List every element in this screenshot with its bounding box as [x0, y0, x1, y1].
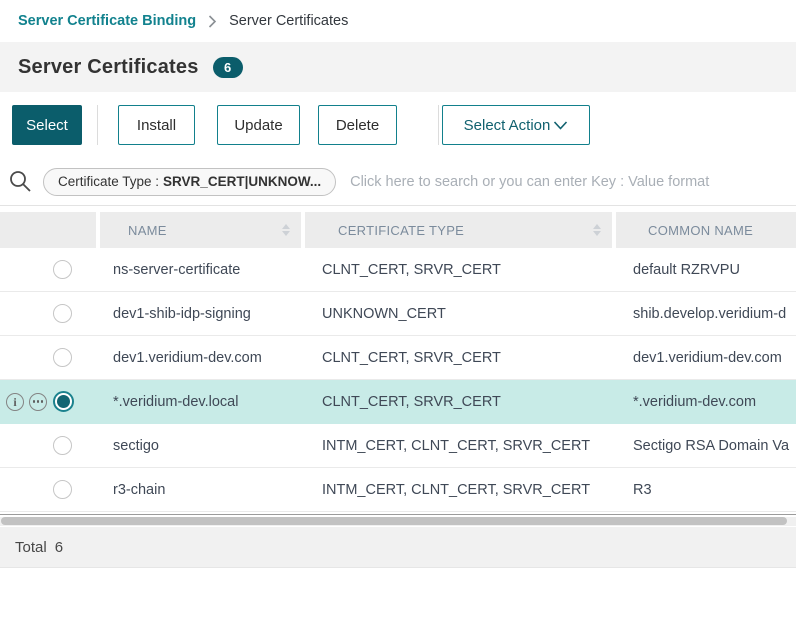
cell-certificate-type: CLNT_CERT, SRVR_CERT	[305, 262, 616, 278]
server-certificates-page: Server Certificate Binding Server Certif…	[0, 0, 796, 621]
toolbar-divider	[438, 105, 439, 145]
scrollbar-thumb[interactable]	[1, 517, 787, 525]
table-bottom-border	[0, 514, 796, 515]
table-row[interactable]: dev1.veridium-dev.com CLNT_CERT, SRVR_CE…	[0, 336, 796, 380]
update-button[interactable]: Update	[217, 105, 300, 145]
info-glyph: i	[13, 396, 16, 408]
radio-button[interactable]	[53, 436, 72, 455]
table-row-selected[interactable]: i *.veridium-dev.local CLNT_CERT, SRVR_C…	[0, 380, 796, 424]
more-actions-icon[interactable]	[29, 393, 47, 411]
breadcrumb: Server Certificate Binding Server Certif…	[0, 0, 796, 42]
page-header: Server Certificates 6	[0, 42, 796, 92]
header-label-certificate-type: CERTIFICATE TYPE	[338, 223, 464, 238]
radio-button-selected[interactable]	[53, 391, 74, 412]
row-selection-cell	[0, 336, 96, 379]
header-label-name: NAME	[128, 223, 167, 238]
header-label-common-name: COMMON NAME	[648, 223, 753, 238]
row-selection-cell	[0, 292, 96, 335]
page-title: Server Certificates	[18, 56, 199, 79]
cell-name: ns-server-certificate	[96, 262, 305, 278]
cell-common-name: dev1.veridium-dev.com	[616, 350, 796, 366]
sort-icon[interactable]	[282, 224, 290, 236]
breadcrumb-current: Server Certificates	[229, 13, 348, 29]
certificates-table: ns-server-certificate CLNT_CERT, SRVR_CE…	[0, 248, 796, 512]
toolbar-divider	[97, 105, 98, 145]
table-header: NAME CERTIFICATE TYPE COMMON NAME	[0, 212, 796, 248]
info-icon[interactable]: i	[6, 393, 24, 411]
radio-button[interactable]	[53, 348, 72, 367]
cell-common-name: Sectigo RSA Domain Va	[616, 438, 796, 454]
header-cell-selection	[0, 212, 96, 248]
cell-certificate-type: INTM_CERT, CLNT_CERT, SRVR_CERT	[305, 482, 616, 498]
header-cell-certificate-type[interactable]: CERTIFICATE TYPE	[305, 212, 612, 248]
horizontal-scrollbar[interactable]	[0, 517, 796, 526]
search-icon	[8, 169, 33, 194]
cell-common-name: R3	[616, 482, 796, 498]
filter-chip-key: Certificate Type :	[58, 174, 159, 189]
breadcrumb-chevron-icon	[208, 15, 217, 28]
ellipsis-glyph	[33, 400, 44, 403]
cell-certificate-type: CLNT_CERT, SRVR_CERT	[305, 394, 616, 410]
sort-icon[interactable]	[593, 224, 601, 236]
select-action-label: Select Action	[464, 117, 551, 134]
cell-common-name: *.veridium-dev.com	[616, 394, 796, 410]
radio-dot	[57, 395, 70, 408]
cell-name: dev1.veridium-dev.com	[96, 350, 305, 366]
chevron-down-icon	[553, 121, 568, 130]
table-row[interactable]: sectigo INTM_CERT, CLNT_CERT, SRVR_CERT …	[0, 424, 796, 468]
install-button[interactable]: Install	[118, 105, 195, 145]
radio-button[interactable]	[53, 480, 72, 499]
row-selection-cell: i	[0, 380, 96, 423]
filter-chip-certificate-type[interactable]: Certificate Type : SRVR_CERT|UNKNOW...	[43, 168, 336, 196]
delete-button[interactable]: Delete	[318, 105, 397, 145]
cell-certificate-type: CLNT_CERT, SRVR_CERT	[305, 350, 616, 366]
header-cell-common-name[interactable]: COMMON NAME	[616, 212, 796, 248]
header-cell-name[interactable]: NAME	[100, 212, 301, 248]
breadcrumb-link-server-certificate-binding[interactable]: Server Certificate Binding	[18, 13, 196, 29]
search-input[interactable]	[350, 174, 796, 190]
table-row[interactable]: r3-chain INTM_CERT, CLNT_CERT, SRVR_CERT…	[0, 468, 796, 512]
total-label: Total	[15, 539, 47, 556]
cell-certificate-type: INTM_CERT, CLNT_CERT, SRVR_CERT	[305, 438, 616, 454]
cell-certificate-type: UNKNOWN_CERT	[305, 306, 616, 322]
cell-common-name: shib.develop.veridium-d	[616, 306, 796, 322]
cell-name: dev1-shib-idp-signing	[96, 306, 305, 322]
row-selection-cell	[0, 424, 96, 467]
cell-name: *.veridium-dev.local	[96, 394, 305, 410]
select-button[interactable]: Select	[12, 105, 82, 145]
filter-chip-value: SRVR_CERT|UNKNOW...	[163, 174, 321, 189]
toolbar: Select Install Update Delete Select Acti…	[0, 92, 796, 158]
radio-button[interactable]	[53, 304, 72, 323]
row-selection-cell	[0, 468, 96, 511]
total-value: 6	[55, 539, 63, 556]
cell-common-name: default RZRVPU	[616, 262, 796, 278]
table-row[interactable]: ns-server-certificate CLNT_CERT, SRVR_CE…	[0, 248, 796, 292]
select-action-dropdown[interactable]: Select Action	[442, 105, 590, 145]
radio-button[interactable]	[53, 260, 72, 279]
table-row[interactable]: dev1-shib-idp-signing UNKNOWN_CERT shib.…	[0, 292, 796, 336]
count-badge: 6	[213, 57, 243, 78]
table-footer: Total 6	[0, 527, 796, 568]
cell-name: sectigo	[96, 438, 305, 454]
row-selection-cell	[0, 248, 96, 291]
cell-name: r3-chain	[96, 482, 305, 498]
search-bar: Certificate Type : SRVR_CERT|UNKNOW...	[0, 158, 796, 206]
